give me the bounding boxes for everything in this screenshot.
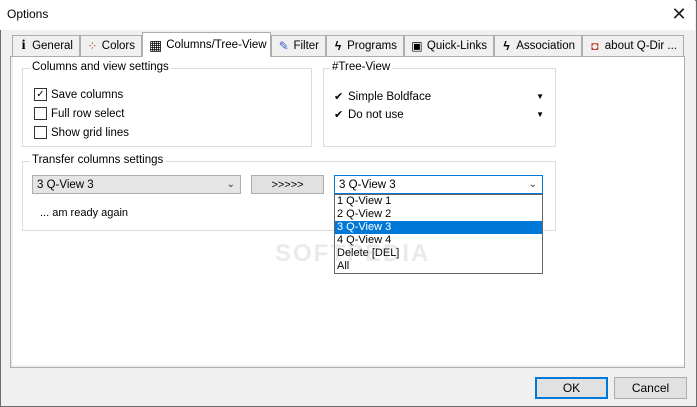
tab-label: Association	[516, 40, 575, 52]
status-text: ... am ready again	[40, 207, 129, 219]
tab-association[interactable]: ϟ Association	[494, 35, 582, 56]
checkbox[interactable]: ✓	[34, 88, 47, 101]
association-icon: ϟ	[503, 39, 510, 53]
treeview-option-label: Simple Boldface	[348, 90, 432, 103]
dropdown-arrow-icon[interactable]: ▼	[536, 92, 544, 101]
tab-quick-links[interactable]: ▣ Quick-Links	[404, 35, 494, 56]
tab-label: General	[32, 40, 73, 52]
checkbox-label: Full row select	[51, 107, 125, 120]
check-icon: ✔	[334, 109, 344, 121]
palette-icon: ⁘	[87, 39, 98, 53]
tab-filter[interactable]: ✎ Filter	[271, 35, 326, 56]
close-button[interactable]: ✕	[667, 3, 691, 25]
source-view-select[interactable]: 3 Q-View 3 ⌄	[32, 175, 241, 194]
columns-group-title: Columns and view settings	[30, 61, 171, 73]
checkbox[interactable]	[34, 126, 47, 139]
ok-button[interactable]: OK	[535, 377, 608, 399]
about-icon: ◘	[591, 39, 599, 53]
filter-icon: ✎	[278, 39, 289, 53]
target-view-value: 3 Q-View 3	[339, 178, 396, 191]
tab-columns-tree-view[interactable]: ▦ Columns/Tree-View	[142, 32, 271, 57]
tab-colors[interactable]: ⁘ Colors	[80, 35, 142, 56]
check-icon: ✔	[334, 91, 344, 103]
target-view-select[interactable]: 3 Q-View 3 ⌄	[334, 175, 543, 194]
transfer-button[interactable]: >>>>>	[251, 175, 324, 194]
source-view-value: 3 Q-View 3	[37, 178, 94, 191]
tab-general[interactable]: i General	[12, 35, 80, 56]
links-icon: ▣	[411, 39, 423, 53]
cancel-button[interactable]: Cancel	[614, 377, 687, 399]
info-icon: i	[21, 38, 26, 53]
grid-icon: ▦	[149, 36, 163, 53]
lightning-icon: ϟ	[334, 39, 342, 53]
full-row-select-checkbox[interactable]: Full row select	[34, 107, 125, 120]
save-columns-checkbox[interactable]: ✓ Save columns	[34, 88, 123, 101]
treeview-option-do-not-use[interactable]: ✔ Do not use ▼	[334, 108, 544, 122]
dropdown-option-3[interactable]: 3 Q-View 3	[335, 221, 542, 234]
tab-label: Filter	[293, 40, 319, 52]
checkbox-label: Save columns	[51, 88, 124, 101]
watermark: SOFTPEDIA	[275, 240, 431, 267]
treeview-group-title: #Tree-View	[330, 61, 393, 73]
dropdown-option-2[interactable]: 2 Q-View 2	[335, 208, 542, 221]
tab-about[interactable]: ◘ about Q-Dir ...	[582, 35, 684, 56]
tab-programs[interactable]: ϟ Programs	[326, 35, 404, 56]
checkbox-label: Show grid lines	[51, 126, 129, 139]
treeview-option-label: Do not use	[348, 108, 404, 121]
title-bar	[0, 0, 695, 30]
tab-label: Columns/Tree-View	[166, 39, 267, 51]
tab-label: Quick-Links	[426, 40, 487, 52]
tab-label: Programs	[347, 40, 397, 52]
tab-label: about Q-Dir ...	[604, 40, 677, 52]
dropdown-arrow-icon[interactable]: ▼	[536, 110, 544, 119]
transfer-group-title: Transfer columns settings	[30, 154, 166, 166]
show-grid-lines-checkbox[interactable]: Show grid lines	[34, 126, 129, 139]
chevron-down-icon: ⌄	[528, 179, 537, 190]
dropdown-option-1[interactable]: 1 Q-View 1	[335, 195, 542, 208]
window-title: Options	[7, 7, 49, 21]
tab-label: Colors	[101, 40, 135, 52]
checkbox[interactable]	[34, 107, 47, 120]
treeview-option-boldface[interactable]: ✔ Simple Boldface ▼	[334, 90, 544, 104]
chevron-down-icon: ⌄	[226, 179, 235, 190]
